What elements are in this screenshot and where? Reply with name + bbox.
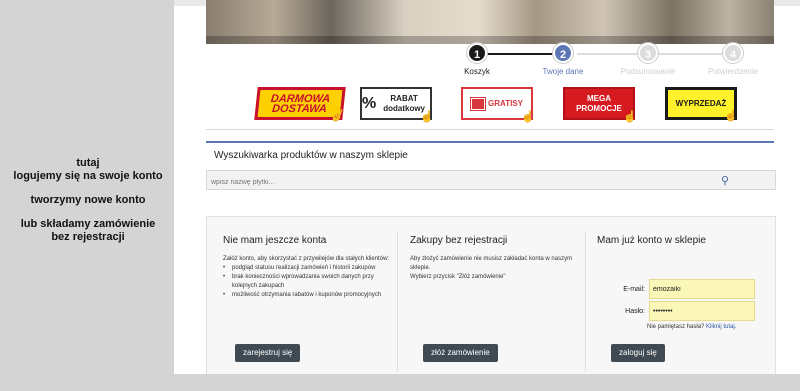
pointer-hand-icon: ☝ (724, 110, 738, 122)
annotation-line: bez rejestracji (51, 231, 125, 243)
search-box: ⚲ (206, 170, 776, 192)
panel-divider (397, 231, 398, 371)
promo-sale-button[interactable]: WYPRZEDAŻ ☝ (665, 87, 738, 122)
email-field[interactable] (649, 279, 755, 299)
step-label: Potwierdzenie (707, 67, 759, 76)
email-row: E-mail: (597, 279, 767, 301)
password-field[interactable] (649, 301, 755, 321)
step-summary: 3 Podsumowanie (608, 43, 688, 76)
promo-extra-discount-button[interactable]: % RABAT dodatkowy ☝ (360, 87, 434, 123)
promo-mega-button[interactable]: MEGA PROMOCJE ☝ (563, 87, 637, 123)
panel-text: Aby złożyć zamówienie nie musisz zakłada… (410, 255, 575, 282)
divider (206, 129, 774, 130)
annotation-line: lub składamy zamówienie (20, 218, 156, 230)
step-cart[interactable]: 1 Koszyk (437, 43, 517, 76)
step-confirmation: 4 Potwierdzenie (693, 43, 773, 76)
search-title: Wyszukiwarka produktów w naszym sklepie (214, 150, 408, 161)
forgot-password-link[interactable]: Kliknij tutaj. (706, 324, 736, 330)
email-label: E-mail: (623, 286, 645, 293)
panel-divider (585, 231, 586, 371)
panel-title: Nie mam jeszcze konta (223, 235, 327, 246)
panel-paragraph: Wybierz przycisk "Złóż zamówienie" (410, 274, 506, 280)
panel-login: Mam już konto w sklepie E-mail: Hasło: N… (597, 217, 767, 367)
account-panels: Nie mam jeszcze konta Załóż konto, aby s… (206, 216, 776, 374)
annotation-line: tworzymy nowe konto (30, 194, 146, 206)
pointer-hand-icon: ☝ (521, 111, 535, 123)
register-button[interactable]: zarejestruj się (235, 344, 301, 362)
promo-label: WYPRZEDAŻ (675, 98, 727, 108)
annotation-login: tutaj logujemy się na swoje konto (0, 157, 176, 183)
password-label: Hasło: (625, 308, 645, 315)
list-item: podgląd statusu realizacji zamówień i hi… (223, 264, 393, 273)
gift-icon (471, 97, 486, 110)
pointer-hand-icon: ☝ (329, 110, 345, 122)
promo-free-delivery-button[interactable]: DARMOWA DOSTAWA ☝ (254, 87, 346, 122)
promo-label: DARMOWA DOSTAWA (270, 92, 331, 115)
step-your-data: 2 Twoje dane (523, 43, 603, 76)
panel-new-account: Nie mam jeszcze konta Załóż konto, aby s… (223, 217, 393, 367)
forgot-text: Nie pamiętasz hasła? (647, 324, 705, 330)
benefit-list: podgląd statusu realizacji zamówień i hi… (223, 264, 393, 300)
list-item: możliwość otrzymania rabatów i kuponów p… (223, 291, 393, 300)
annotation-line: tutaj (76, 157, 100, 169)
search-input[interactable] (207, 173, 707, 192)
step-number: 4 (723, 43, 743, 63)
pointer-hand-icon: ☝ (623, 111, 637, 123)
place-order-button[interactable]: złóż zamówienie (423, 344, 498, 362)
list-item: brak konieczności wprowadzania swoich da… (223, 273, 393, 291)
divider-accent (206, 141, 774, 143)
annotation-register: tworzymy nowe konto (0, 194, 176, 207)
panel-guest-checkout: Zakupy bez rejestracji Aby złożyć zamówi… (410, 217, 575, 367)
step-number: 2 (553, 43, 573, 63)
panel-text: Załóż konto, aby skorzystać z przywilejó… (223, 255, 393, 300)
pointer-hand-icon: ☝ (420, 111, 434, 123)
panel-intro: Załóż konto, aby skorzystać z przywilejó… (223, 256, 390, 262)
search-icon[interactable]: ⚲ (721, 174, 729, 187)
login-button[interactable]: zaloguj się (611, 344, 665, 362)
header-banner-image (206, 0, 774, 44)
checkout-steps: 1 Koszyk 2 Twoje dane 3 Podsumowanie 4 P… (174, 43, 800, 79)
promo-gifts-button[interactable]: GRATISY ☝ (461, 87, 535, 123)
panel-title: Zakupy bez rejestracji (410, 235, 508, 246)
annotation-guest: lub składamy zamówienie bez rejestracji (0, 218, 176, 244)
step-label: Koszyk (464, 67, 490, 76)
percent-icon: % (362, 94, 377, 112)
step-label: Twoje dane (542, 67, 584, 76)
step-number: 3 (638, 43, 658, 63)
shop-page: 1 Koszyk 2 Twoje dane 3 Podsumowanie 4 P… (174, 0, 800, 374)
step-number: 1 (467, 43, 487, 63)
forgot-password: Nie pamiętasz hasła? Kliknij tutaj. (647, 324, 736, 330)
password-row: Hasło: (597, 301, 767, 323)
panel-title: Mam już konto w sklepie (597, 235, 706, 246)
step-label: Podsumowanie (620, 67, 676, 76)
promo-label: GRATISY (488, 98, 523, 108)
annotation-line: logujemy się na swoje konto (13, 170, 163, 182)
panel-paragraph: Aby złożyć zamówienie nie musisz zakłada… (410, 256, 573, 271)
